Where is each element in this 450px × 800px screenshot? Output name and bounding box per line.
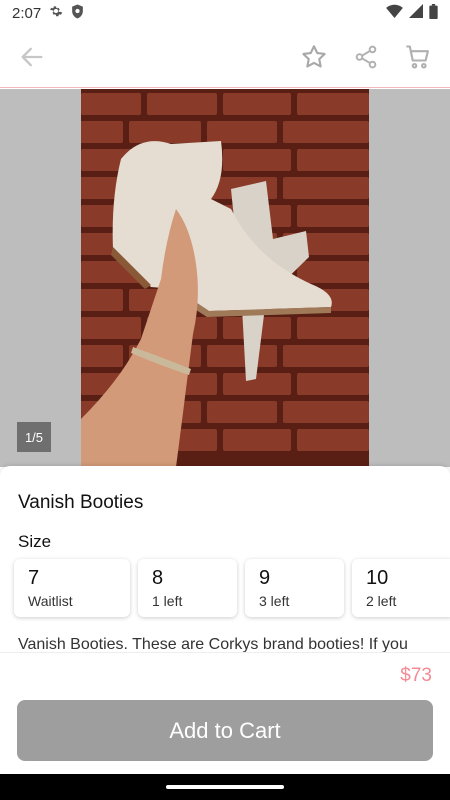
size-stock-status: 3 left — [259, 593, 290, 609]
size-stock-status: 1 left — [152, 593, 183, 609]
size-options: 7 Waitlist 8 1 left 9 3 left 10 2 left — [14, 559, 450, 617]
battery-icon — [429, 3, 438, 23]
size-label: Size — [18, 532, 52, 551]
shield-icon — [71, 4, 84, 23]
cart-button[interactable] — [398, 37, 438, 77]
system-navigation-bar — [0, 774, 450, 800]
size-value: 7 — [28, 567, 40, 589]
arrow-left-icon — [21, 47, 43, 66]
signal-icon — [409, 4, 423, 22]
status-bar: 2:07 — [0, 0, 450, 26]
product-image-gallery[interactable]: 1/5 — [0, 89, 450, 467]
size-value: 8 — [152, 567, 164, 589]
product-title: Vanish Booties — [18, 492, 144, 513]
status-time: 2:07 — [12, 4, 42, 22]
size-stock-status: Waitlist — [28, 593, 73, 609]
back-button[interactable] — [12, 37, 52, 77]
app-bar — [0, 26, 450, 88]
product-details-sheet: Vanish Booties Size 7 Waitlist 8 1 left … — [0, 466, 450, 656]
settings-gear-icon — [49, 4, 63, 22]
size-option-7[interactable]: 7 Waitlist — [14, 559, 130, 617]
star-outline-icon — [302, 44, 326, 67]
add-to-cart-button[interactable]: Add to Cart — [17, 700, 433, 761]
product-price: $73 — [400, 665, 432, 686]
checkout-bar: $73 Add to Cart — [0, 652, 450, 774]
size-option-10[interactable]: 10 2 left — [352, 559, 450, 617]
wifi-icon — [386, 4, 403, 22]
home-gesture-handle[interactable] — [166, 785, 284, 789]
size-stock-status: 2 left — [366, 593, 397, 609]
cart-icon — [406, 44, 429, 69]
share-button[interactable] — [346, 37, 386, 77]
product-photo — [81, 89, 369, 467]
image-page-counter: 1/5 — [17, 422, 51, 452]
size-option-9[interactable]: 9 3 left — [245, 559, 344, 617]
size-value: 10 — [366, 567, 389, 589]
size-option-8[interactable]: 8 1 left — [138, 559, 237, 617]
favorite-button[interactable] — [294, 37, 334, 77]
size-value: 9 — [259, 567, 271, 589]
share-icon — [355, 45, 377, 68]
